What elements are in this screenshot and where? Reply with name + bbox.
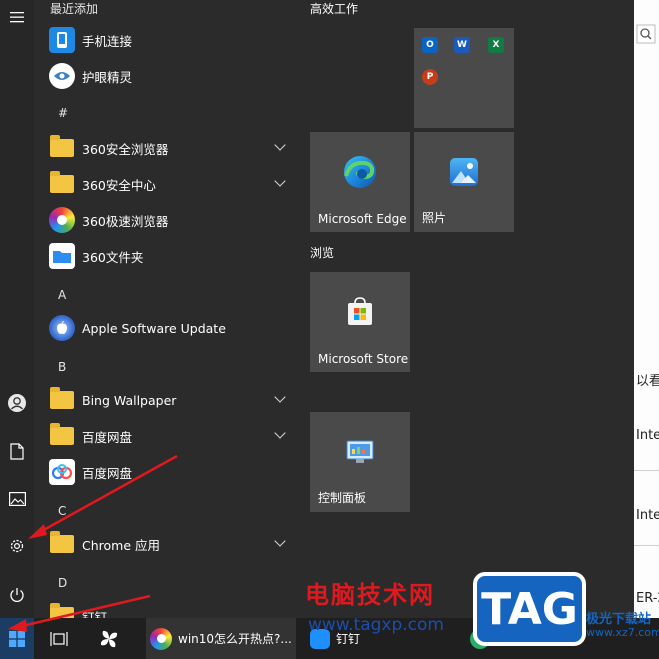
annotation-arrows [8, 454, 178, 632]
watermark-site-url: www.xz7.com [586, 626, 659, 639]
watermark-tag-logo: TAG [473, 572, 586, 646]
watermark-site-name: 极光下载站 [586, 612, 652, 627]
watermark-url: www.tagxp.com [308, 615, 444, 635]
watermark-title: 电脑技术网 [305, 581, 435, 609]
watermark: 电脑技术网 www.tagxp.com TAG 极光下载站 www.xz7.co… [300, 568, 659, 659]
